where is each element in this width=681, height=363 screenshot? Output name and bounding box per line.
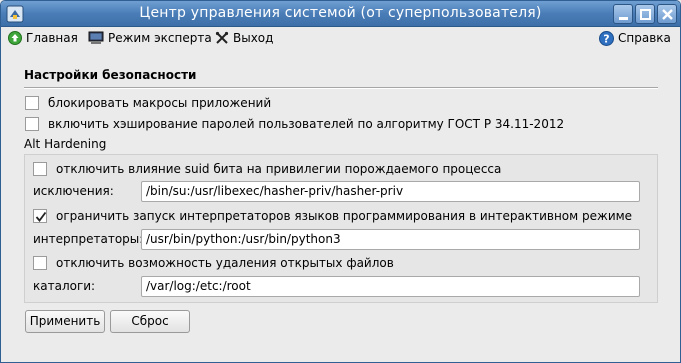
exit-button[interactable]: Выход — [215, 29, 273, 47]
close-button[interactable] — [657, 4, 677, 24]
exceptions-input[interactable]: /bin/su:/usr/libexec/hasher-priv/hasher-… — [141, 181, 640, 202]
interpreters-limit-checkbox[interactable] — [33, 209, 47, 223]
home-label: Главная — [26, 31, 78, 45]
minimize-icon — [619, 17, 628, 20]
control-center-window: Центр управления системой (от суперпольз… — [0, 0, 681, 363]
home-arrow-icon — [8, 31, 22, 45]
help-icon: ? — [599, 30, 614, 46]
maximize-button[interactable] — [635, 4, 655, 24]
block-macros-option[interactable]: блокировать макросы приложений — [25, 95, 271, 111]
help-label: Справка — [618, 31, 671, 45]
checkmark-icon — [35, 211, 47, 222]
title-bar[interactable]: Центр управления системой (от суперпольз… — [1, 1, 680, 27]
interpreters-label: интерпретаторы: — [33, 232, 144, 246]
deleted-files-label: отключить возможность удаления открытых … — [56, 256, 394, 270]
minimize-button[interactable] — [613, 4, 633, 24]
section-divider — [24, 87, 658, 89]
home-button[interactable]: Главная — [8, 29, 78, 47]
interpreters-input[interactable]: /usr/bin/python:/usr/bin/python3 — [141, 229, 640, 250]
suid-checkbox[interactable] — [33, 162, 47, 176]
reset-button[interactable]: Сброс — [110, 310, 190, 333]
block-macros-label: блокировать макросы приложений — [48, 96, 272, 110]
expert-mode-label: Режим эксперта — [108, 31, 212, 45]
suid-option[interactable]: отключить влияние suid бита на привилеги… — [33, 161, 501, 177]
suid-label: отключить влияние suid бита на привилеги… — [56, 162, 502, 176]
exit-tools-icon — [215, 31, 229, 44]
hash-passwords-label: включить хэширование паролей пользовател… — [48, 117, 565, 131]
block-macros-checkbox[interactable] — [25, 96, 39, 110]
close-icon — [662, 9, 673, 20]
interpreters-limit-option[interactable]: ограничить запуск интерпретаторов языков… — [33, 208, 632, 224]
catalogs-input[interactable]: /var/log:/etc:/root — [141, 276, 640, 297]
svg-text:?: ? — [603, 32, 609, 45]
toolbar: Главная Режим эксперта Выход ? Справка — [1, 27, 680, 49]
deleted-files-option[interactable]: отключить возможность удаления открытых … — [33, 255, 394, 271]
hash-passwords-option[interactable]: включить хэширование паролей пользовател… — [25, 116, 564, 132]
catalogs-label: каталоги: — [33, 279, 96, 293]
expert-mode-button[interactable]: Режим эксперта — [88, 29, 212, 47]
exceptions-label: исключения: — [33, 184, 114, 198]
monitor-icon — [88, 31, 104, 44]
apply-button[interactable]: Применить — [25, 310, 105, 333]
help-button[interactable]: ? Справка — [599, 29, 671, 47]
exit-label: Выход — [233, 31, 274, 45]
deleted-files-checkbox[interactable] — [33, 256, 47, 270]
alt-hardening-label: Alt Hardening — [24, 137, 107, 151]
security-section-title: Настройки безопасности — [24, 68, 197, 82]
hash-passwords-checkbox[interactable] — [25, 117, 39, 131]
interpreters-limit-label: ограничить запуск интерпретаторов языков… — [56, 209, 633, 223]
maximize-icon — [640, 9, 651, 20]
window-title: Центр управления системой (от суперпольз… — [139, 5, 542, 21]
